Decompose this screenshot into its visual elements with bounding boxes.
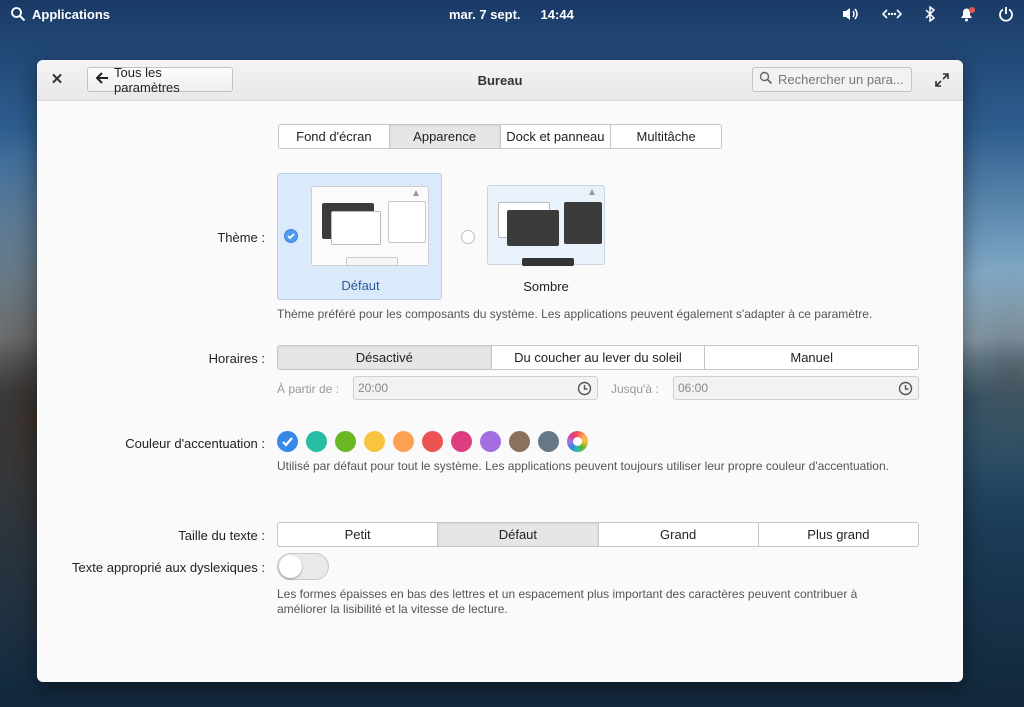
theme-preview-default — [311, 186, 429, 266]
check-icon — [282, 437, 293, 447]
theme-option-dark[interactable]: Sombre — [457, 173, 627, 300]
time-label: 14:44 — [540, 7, 574, 22]
to-time-field: 06:00 — [673, 376, 919, 400]
dyslexia-description-line2: améliorer la lisibilité et la vitesse de… — [277, 602, 508, 616]
applications-label: Applications — [32, 6, 111, 22]
accent-green[interactable] — [335, 431, 356, 452]
applications-menu[interactable]: Applications — [10, 6, 110, 22]
theme-option-label: Défaut — [341, 278, 380, 293]
accent-label: Couleur d'accentuation : — [125, 436, 265, 451]
titlebar: ✕ Tous les paramètres Bureau — [37, 60, 963, 101]
text-size-label: Taille du texte : — [178, 528, 265, 543]
arrow-left-icon — [95, 72, 109, 87]
accent-pink[interactable] — [451, 431, 472, 452]
date-label: mar. 7 sept. — [449, 7, 521, 22]
tab-multitasking[interactable]: Multitâche — [611, 125, 721, 148]
schedule-option-off[interactable]: Désactivé — [278, 346, 492, 369]
dyslexia-label: Texte approprié aux dyslexiques : — [72, 560, 265, 575]
accent-color-picker — [277, 431, 588, 452]
close-icon[interactable]: ✕ — [49, 72, 65, 88]
theme-option-label: Sombre — [523, 279, 569, 294]
from-time-field: 20:00 — [353, 376, 598, 400]
accent-yellow[interactable] — [364, 431, 385, 452]
accent-auto[interactable] — [567, 431, 588, 452]
back-button[interactable]: Tous les paramètres — [87, 64, 233, 95]
to-label: Jusqu'à : — [611, 382, 659, 396]
dyslexia-description-line1: Les formes épaisses en bas des lettres e… — [277, 587, 858, 601]
search-icon — [759, 71, 773, 88]
search-input[interactable] — [778, 72, 904, 87]
theme-description: Thème préféré pour les composants du sys… — [277, 307, 873, 321]
schedule-option-manual[interactable]: Manuel — [705, 346, 918, 369]
to-time-value: 06:00 — [678, 381, 709, 395]
accent-blue[interactable] — [277, 431, 298, 452]
toggle-knob — [279, 555, 302, 578]
text-size-default[interactable]: Défaut — [438, 523, 599, 546]
accent-purple[interactable] — [480, 431, 501, 452]
theme-label: Thème : — [217, 230, 265, 245]
schedule-selector: Désactivé Du coucher au lever du soleil … — [277, 345, 919, 370]
dyslexia-toggle[interactable] — [277, 553, 329, 580]
tab-appearance[interactable]: Apparence — [389, 125, 501, 148]
volume-icon[interactable] — [842, 6, 860, 22]
top-panel: Applications mar. 7 sept. 14:44 — [0, 0, 1024, 30]
accent-red[interactable] — [422, 431, 443, 452]
selected-radio[interactable] — [284, 229, 298, 243]
network-icon[interactable] — [882, 6, 902, 22]
text-size-small[interactable]: Petit — [278, 523, 439, 546]
clock-icon — [577, 381, 592, 399]
bluetooth-icon[interactable] — [924, 6, 936, 22]
datetime-indicator[interactable]: mar. 7 sept. 14:44 — [449, 7, 574, 22]
schedule-option-sunset[interactable]: Du coucher au lever du soleil — [492, 346, 706, 369]
accent-brown[interactable] — [509, 431, 530, 452]
tab-wallpaper[interactable]: Fond d'écran — [279, 125, 390, 148]
accent-description: Utilisé par défaut pour tout le système.… — [277, 459, 889, 473]
settings-window: ✕ Tous les paramètres Bureau Fond d'écra… — [37, 60, 963, 682]
tab-dock-panel[interactable]: Dock et panneau — [501, 125, 612, 148]
from-label: À partir de : — [277, 382, 340, 396]
accent-gray[interactable] — [538, 431, 559, 452]
schedule-label: Horaires : — [208, 351, 265, 366]
clock-icon — [898, 381, 913, 399]
unselected-radio[interactable] — [461, 230, 475, 244]
from-time-value: 20:00 — [358, 381, 389, 395]
search-field[interactable] — [752, 67, 912, 92]
notifications-icon[interactable] — [958, 6, 976, 22]
text-size-larger[interactable]: Plus grand — [759, 523, 918, 546]
accent-orange[interactable] — [393, 431, 414, 452]
theme-option-default[interactable]: Défaut — [277, 173, 442, 300]
back-button-label: Tous les paramètres — [114, 64, 180, 95]
search-icon — [10, 6, 26, 22]
tab-bar: Fond d'écran Apparence Dock et panneau M… — [278, 124, 722, 149]
accent-mint[interactable] — [306, 431, 327, 452]
text-size-large[interactable]: Grand — [599, 523, 759, 546]
power-icon[interactable] — [998, 6, 1014, 22]
maximize-icon[interactable] — [935, 73, 949, 90]
theme-preview-dark — [487, 185, 605, 266]
text-size-selector: Petit Défaut Grand Plus grand — [277, 522, 919, 547]
